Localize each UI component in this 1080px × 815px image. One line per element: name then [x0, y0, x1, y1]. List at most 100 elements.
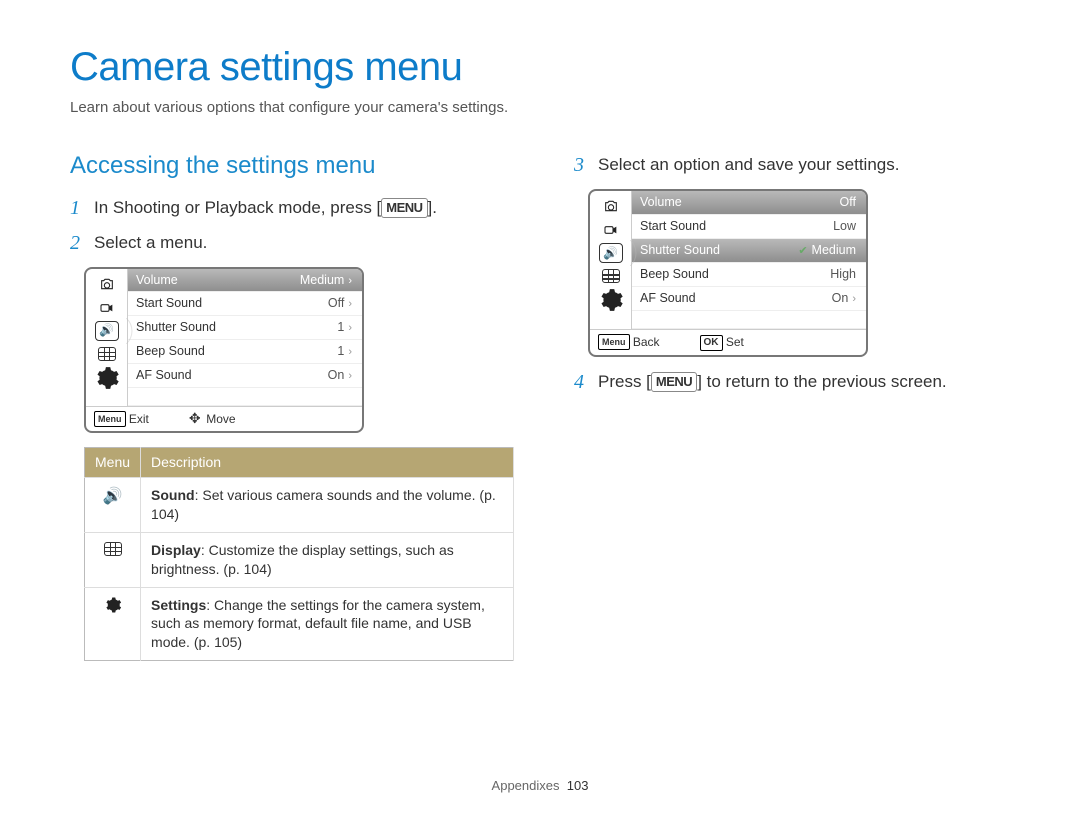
- video-icon: [94, 297, 120, 319]
- display-icon: [94, 343, 120, 365]
- option-value: Off: [840, 194, 856, 211]
- step-4: 4 Press [MENU] to return to the previous…: [574, 371, 1010, 394]
- step-4-text-a: Press [: [598, 372, 651, 391]
- option-row[interactable]: Volume Off: [632, 191, 866, 215]
- list-label: Start Sound: [136, 295, 202, 312]
- option-row[interactable]: Start Sound Low: [632, 215, 866, 239]
- step-number: 4: [574, 371, 588, 393]
- footer-page-number: 103: [567, 778, 589, 793]
- option-value: Medium: [812, 243, 856, 257]
- check-icon: ✔: [798, 245, 807, 257]
- desc-cell: Display: Customize the display settings,…: [141, 532, 514, 587]
- footer-back: Menu Back: [598, 334, 660, 350]
- settings-gear-icon: [94, 367, 120, 389]
- step-number: 3: [574, 154, 588, 176]
- lcd-main-list: Volume Medium › Start Sound Off › Shutter …: [128, 269, 362, 406]
- list-item[interactable]: Shutter Sound 1 ›: [128, 316, 362, 340]
- page-footer: Appendixes 103: [0, 777, 1080, 795]
- chevron-right-icon: ›: [348, 298, 352, 310]
- sound-icon: 🔊: [599, 243, 623, 263]
- list-item[interactable]: Volume Medium ›: [128, 269, 362, 293]
- step-2: 2 Select a menu.: [70, 232, 514, 255]
- footer-set-label: Set: [726, 335, 744, 349]
- option-row[interactable]: Beep Sound High: [632, 263, 866, 287]
- chevron-right-icon: ›: [348, 275, 352, 287]
- desc-cell: Sound: Set various camera sounds and the…: [141, 477, 514, 532]
- move-arrows-icon: [189, 411, 203, 425]
- lcd-footer: Menu Back OK Set: [590, 329, 866, 355]
- footer-exit-label: Exit: [129, 412, 149, 426]
- step-1-text-b: ].: [428, 198, 437, 217]
- page-subtitle: Learn about various options that configu…: [70, 98, 1010, 118]
- footer-set: OK Set: [700, 334, 744, 351]
- step-3: 3 Select an option and save your setting…: [574, 154, 1010, 177]
- table-row: Display: Customize the display settings,…: [85, 532, 514, 587]
- list-item[interactable]: AF Sound On›: [128, 364, 362, 388]
- section-heading: Accessing the settings menu: [70, 150, 514, 182]
- page-title: Camera settings menu: [70, 40, 1010, 94]
- list-value: Off: [328, 296, 344, 310]
- footer-move: Move: [189, 411, 236, 427]
- video-icon: [598, 219, 624, 241]
- option-left-label: Volume: [640, 194, 682, 211]
- menu-badge-icon: Menu: [598, 334, 630, 350]
- option-left-label: Beep Sound: [640, 266, 709, 283]
- table-row: 🔊 Sound: Set various camera sounds and t…: [85, 477, 514, 532]
- step-4-text-b: ] to return to the previous screen.: [697, 372, 946, 391]
- list-label: AF Sound: [136, 367, 192, 384]
- lcd-screen-menu-list: 🔊 Volume Medium › Start Sound Off ›: [84, 267, 364, 434]
- lcd-screen-option-select: 🔊 Volume Off Start Sound Low: [588, 189, 868, 356]
- camera-icon: [94, 273, 120, 295]
- list-item[interactable]: Beep Sound 1›: [128, 340, 362, 364]
- step-number: 2: [70, 232, 84, 254]
- chevron-right-icon: ›: [348, 346, 352, 358]
- option-row[interactable]: AF Sound On›: [632, 287, 866, 311]
- chevron-right-icon: ›: [852, 293, 856, 305]
- step-3-text: Select an option and save your settings.: [598, 154, 1010, 177]
- step-1-text: In Shooting or Playback mode, press [MEN…: [94, 197, 514, 220]
- option-value: On: [832, 291, 849, 305]
- lcd-footer: Menu Exit Move: [86, 406, 362, 431]
- footer-move-label: Move: [206, 412, 235, 426]
- table-header-description: Description: [141, 448, 514, 478]
- table-header-menu: Menu: [85, 448, 141, 478]
- menu-description-table: Menu Description 🔊 Sound: Set various ca…: [84, 447, 514, 661]
- lcd-main-options: Volume Off Start Sound Low Shutter Sound…: [632, 191, 866, 328]
- footer-exit: Menu Exit: [94, 411, 149, 427]
- list-label: Volume: [136, 272, 178, 289]
- step-4-text: Press [MENU] to return to the previous s…: [598, 371, 1010, 394]
- desc-text: : Set various camera sounds and the volu…: [195, 487, 480, 503]
- list-item[interactable]: Start Sound Off ›: [128, 292, 362, 316]
- table-row: Settings: Change the settings for the ca…: [85, 587, 514, 661]
- settings-gear-icon: [598, 289, 624, 311]
- chevron-right-icon: ›: [348, 322, 352, 334]
- left-column: Accessing the settings menu 1 In Shootin…: [70, 142, 514, 661]
- menu-button-badge: MENU: [651, 372, 697, 392]
- sound-icon: 🔊: [95, 321, 119, 341]
- list-label: Shutter Sound: [136, 319, 216, 336]
- desc-bold: Display: [151, 542, 201, 558]
- lcd-sidebar: 🔊: [86, 269, 128, 406]
- footer-section: Appendixes: [492, 778, 560, 793]
- footer-back-label: Back: [633, 335, 660, 349]
- camera-icon: [598, 195, 624, 217]
- menu-button-badge: MENU: [381, 198, 427, 218]
- display-icon: [598, 265, 624, 287]
- step-2-text: Select a menu.: [94, 232, 514, 255]
- option-value: High: [830, 266, 856, 283]
- list-label: Beep Sound: [136, 343, 205, 360]
- menu-badge-icon: Menu: [94, 411, 126, 427]
- lcd-sidebar: 🔊: [590, 191, 632, 328]
- right-column: 3 Select an option and save your setting…: [574, 142, 1010, 661]
- sound-icon: 🔊: [85, 477, 141, 532]
- desc-pageref: (p. 104): [223, 561, 271, 577]
- chevron-right-icon: ›: [348, 370, 352, 382]
- step-1: 1 In Shooting or Playback mode, press [M…: [70, 197, 514, 220]
- list-value: Medium: [300, 273, 344, 287]
- list-value: 1: [337, 320, 344, 334]
- option-row-selected[interactable]: Shutter Sound ✔ Medium: [632, 239, 866, 263]
- option-left-label: Start Sound: [640, 218, 706, 235]
- option-value: Low: [833, 218, 856, 235]
- option-left-label: Shutter Sound: [640, 242, 720, 259]
- desc-bold: Settings: [151, 597, 206, 613]
